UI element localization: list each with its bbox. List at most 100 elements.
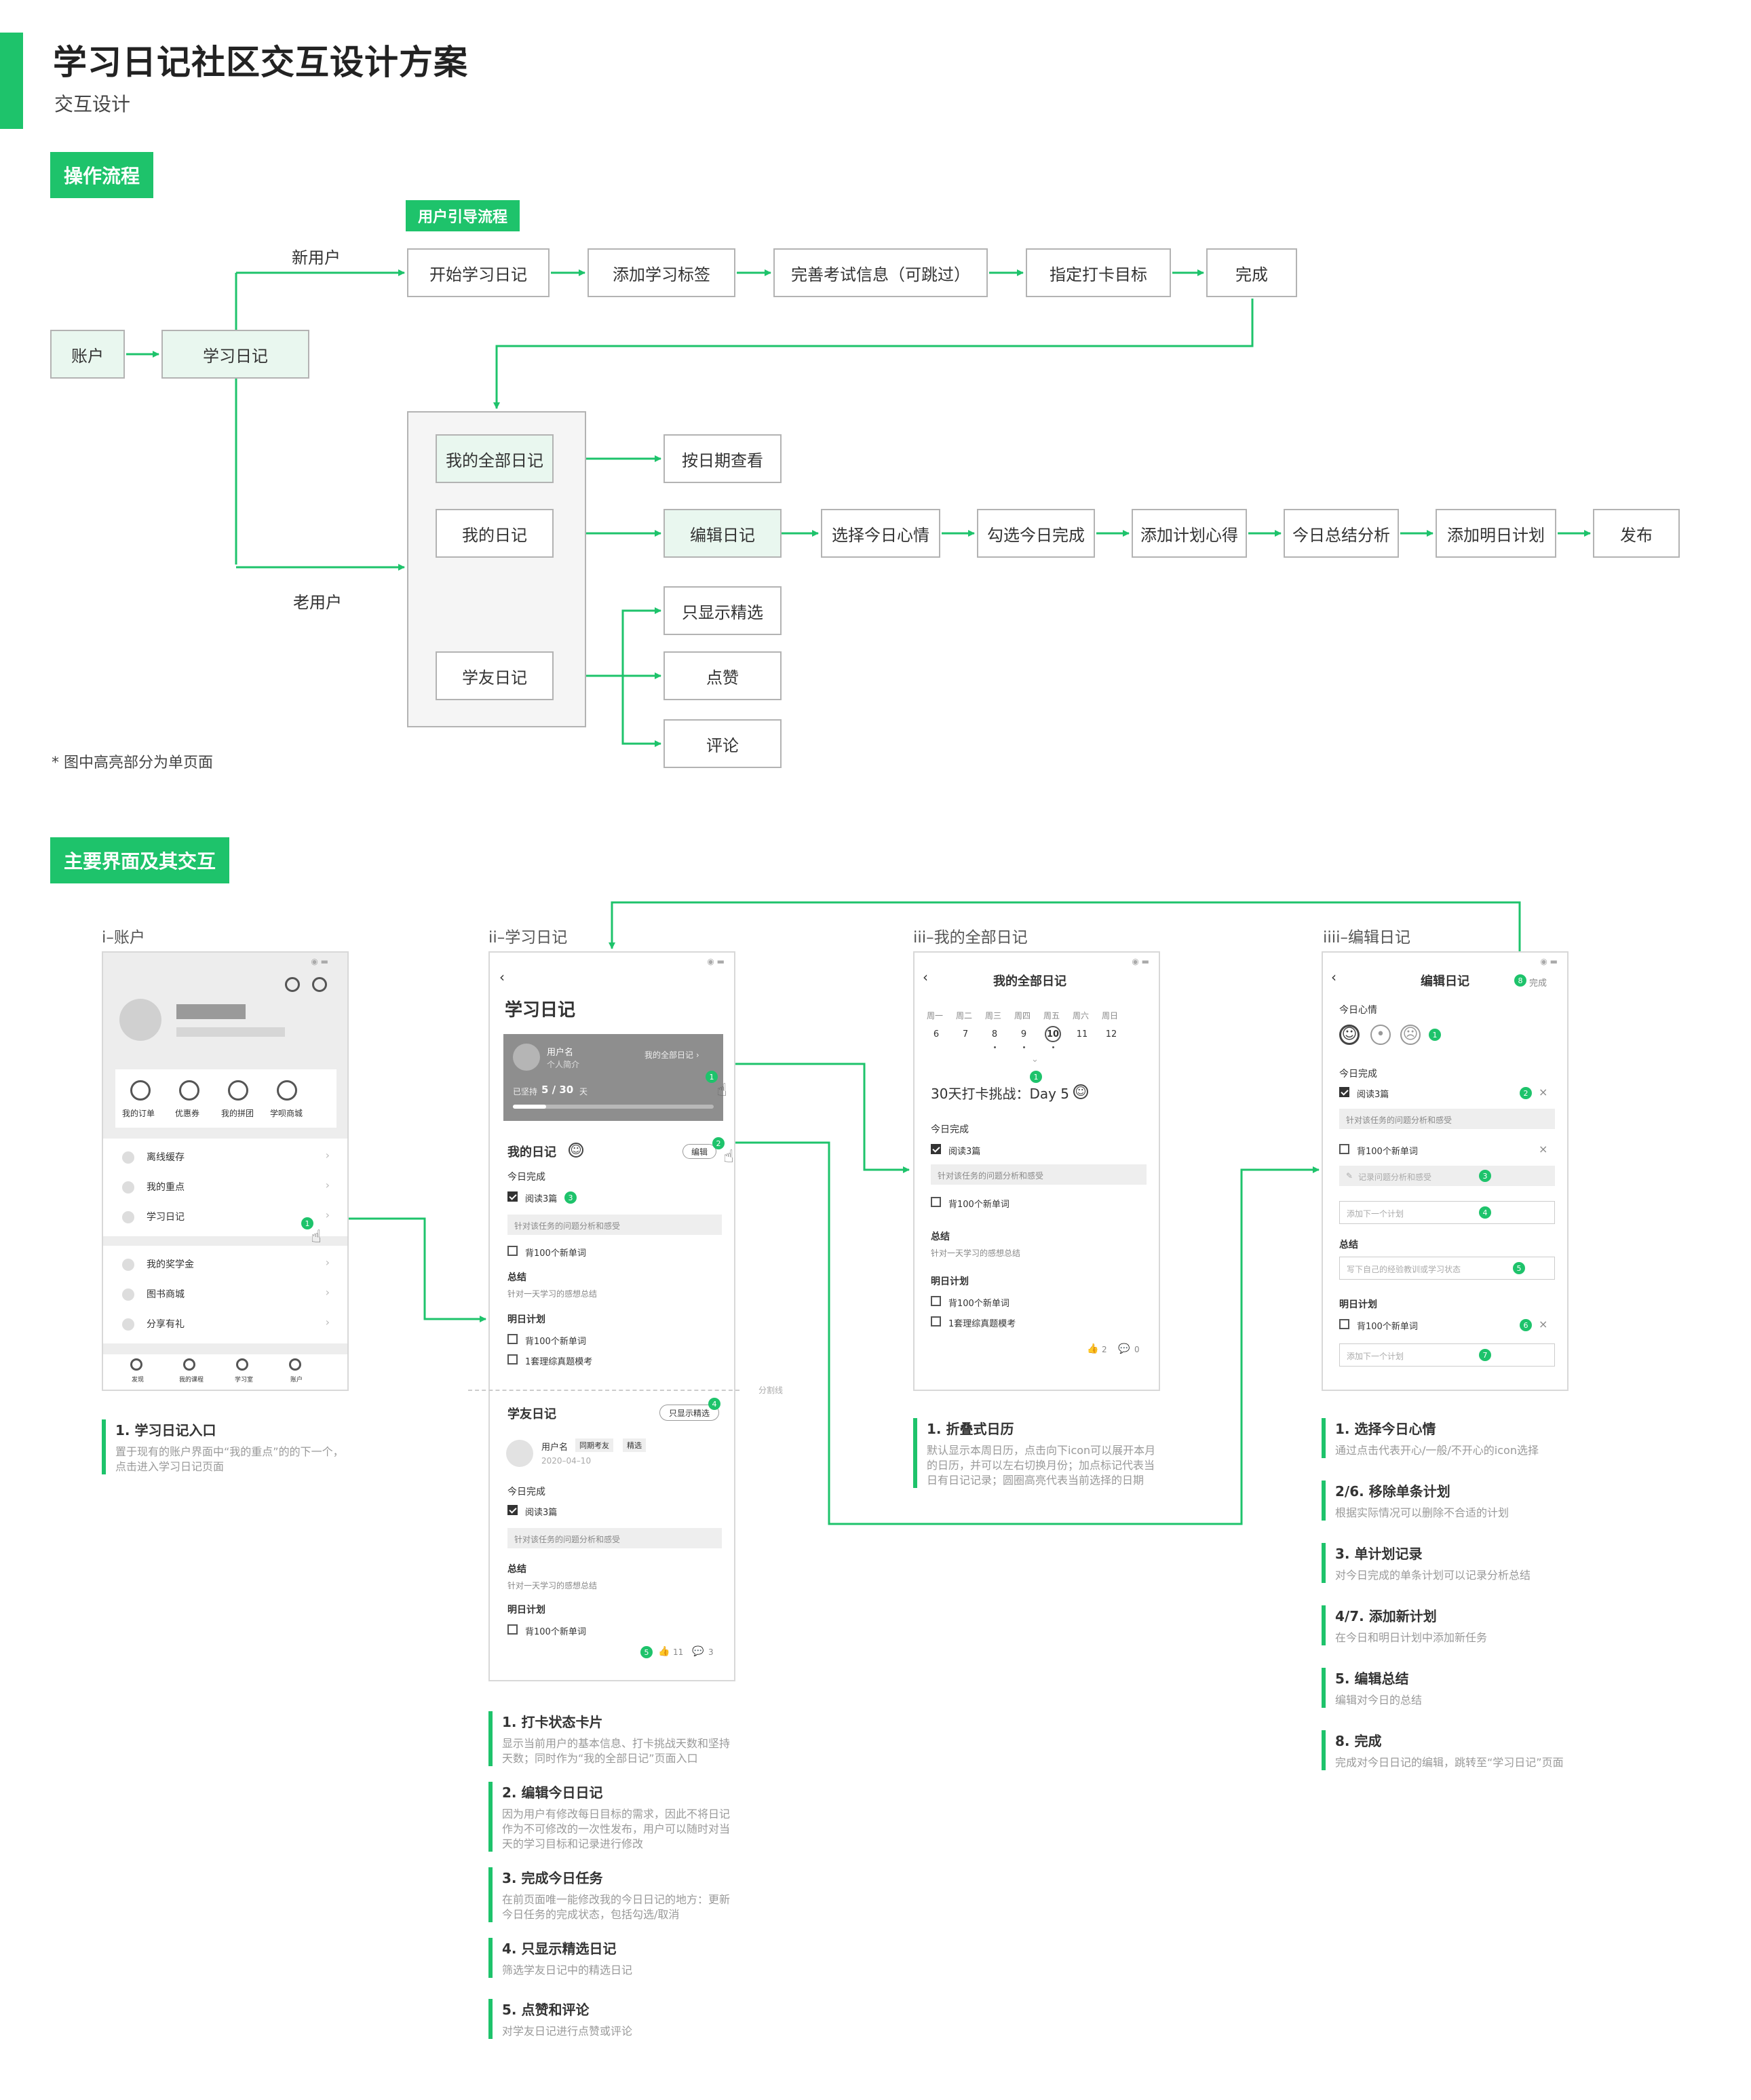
plan1-label: 背100个新单词 [1357,1322,1418,1332]
checkin-status-card[interactable]: 用户名 个人简介 我的全部日记 › 已坚持 5 / 30 天 [503,1034,723,1121]
description-block: 3. 单计划记录 对今日完成的单条计划可以记录分析总结 [1322,1543,1573,1583]
diary-page-title: 学习日记 [505,1000,576,1020]
screen-title-diary: ii–学习日记 [488,929,568,947]
task2-note-placeholder: 记录问题分析和感受 [1358,1172,1432,1182]
menu-item-highlights[interactable]: 我的重点 › [103,1172,347,1202]
tomorrow-label: 明日计划 [507,1314,545,1325]
menu-label: 离线缓存 [147,1152,185,1163]
node-publish: 发布 [1593,509,1680,558]
done-button[interactable]: 完成 [1529,976,1547,989]
progress-bar-track [513,1105,714,1109]
tab-courses-icon[interactable] [183,1358,195,1371]
description-block: 3. 完成今日任务 在前页面唯一能修改我的今日日记的地方：更新今日任务的完成状态，… [488,1867,739,1922]
calendar-date[interactable]: 8 [986,1026,1003,1042]
summary-text: 针对一天学习的感想总结 [931,1248,1021,1258]
add-tomorrow-plan-input[interactable]: 添加下一个计划 [1339,1343,1555,1367]
status-bar-icons: ◉ ▬ [311,957,328,966]
summary-text: 针对一天学习的感想总结 [507,1289,598,1299]
plan1-checkbox[interactable] [1339,1319,1349,1329]
friend-plan-label: 背100个新单词 [525,1627,586,1637]
coupon-icon[interactable] [179,1080,199,1101]
tab-discover-icon[interactable] [130,1358,142,1371]
back-icon[interactable]: ‹ [923,969,928,985]
neutral-face-icon[interactable]: • [1370,1025,1391,1045]
plan2-checkbox[interactable] [507,1354,518,1364]
coupon-label: 优惠券 [175,1109,200,1118]
calendar-date[interactable]: 12 [1103,1026,1119,1042]
edit-diary-button[interactable]: 编辑 [682,1144,716,1159]
node-by-date: 按日期查看 [663,434,782,483]
plan1-label: 背100个新单词 [948,1299,1009,1309]
group-buy-label: 我的拼团 [221,1109,254,1118]
friend-task-checkbox [507,1505,518,1515]
comment-icon[interactable]: 💬 [692,1646,704,1657]
menu-item-share-gift[interactable]: 分享有礼 › [103,1310,347,1339]
task2-note-input[interactable]: ✎ 记录问题分析和感受 [1339,1166,1555,1186]
like-count: 11 [673,1647,684,1657]
annotation-badge-2: 2 [1520,1087,1532,1099]
orders-icon[interactable] [130,1080,151,1101]
avatar[interactable] [119,999,161,1041]
status-bar-icons: ◉ ▬ [1132,957,1149,966]
menu-item-scholarship[interactable]: 我的奖学金 › [103,1250,347,1280]
message-icon[interactable] [285,977,300,992]
plan2-checkbox [931,1316,941,1326]
tab-study-room-label: 学习室 [235,1377,254,1383]
friend-date: 2020–04–10 [541,1456,592,1466]
calendar-date[interactable]: 7 [957,1026,974,1042]
annotation-badge-5: 5 [1513,1262,1525,1274]
expand-calendar-icon[interactable]: ⌄ [1031,1054,1039,1065]
description-block: 1. 学习日记入口 置于现有的账户界面中“我的重点”的的下一个，点击进入学习日记页… [102,1419,346,1474]
tab-account-label: 账户 [290,1377,303,1383]
menu-icon [122,1211,134,1223]
back-icon[interactable]: ‹ [499,969,505,985]
description-heading: 4/7. 添加新计划 [1335,1608,1437,1624]
comment-icon[interactable]: 💬 [1118,1343,1130,1354]
node-like: 点赞 [663,651,782,700]
remove-task1-icon[interactable]: × [1539,1086,1547,1099]
remove-plan1-icon[interactable]: × [1539,1318,1547,1331]
task1-checkbox[interactable] [1339,1087,1349,1097]
description-heading: 5. 编辑总结 [1335,1671,1409,1687]
happy-face-icon[interactable]: ☺ [1339,1025,1360,1045]
remove-task2-icon[interactable]: × [1539,1143,1547,1156]
friend-avatar[interactable] [506,1440,533,1467]
tab-study-room-icon[interactable] [236,1358,248,1371]
chevron-right-icon: › [325,1256,330,1269]
tab-account-icon[interactable] [289,1358,301,1371]
mall-icon[interactable] [277,1080,297,1101]
hand-pointer-icon: ☝ [311,1227,322,1247]
task2-label: 背100个新单词 [948,1200,1009,1210]
calendar-date[interactable]: 11 [1074,1026,1090,1042]
add-plan-input[interactable]: 添加下一个计划 [1339,1201,1555,1224]
plan2-label: 1套理综真题模考 [948,1319,1016,1329]
like-icon[interactable]: 👍 [1087,1343,1098,1354]
calendar-date[interactable]: 6 [928,1026,944,1042]
calendar-date[interactable]: 9 [1016,1026,1032,1042]
calendar-date[interactable]: 10 [1045,1026,1061,1042]
screen-title-edit-diary: iiii–编辑日记 [1323,929,1411,947]
plan1-checkbox [931,1296,941,1306]
comment-count: 0 [1134,1345,1140,1354]
plan1-checkbox[interactable] [507,1334,518,1344]
sad-face-icon[interactable]: ☹ [1400,1025,1421,1045]
task2-checkbox[interactable] [507,1246,518,1256]
task2-checkbox[interactable] [1339,1144,1349,1154]
label-new-user: 新用户 [292,248,341,267]
plan2-label: 1套理综真题模考 [525,1357,593,1367]
menu-item-offline-cache[interactable]: 离线缓存 › [103,1143,347,1172]
chevron-right-icon: › [325,1208,330,1221]
all-diary-link[interactable]: 我的全部日记 › [644,1049,699,1061]
annotation-badge-5: 5 [640,1646,653,1658]
calendar-weekday: 周五 [1043,1011,1060,1020]
group-buy-icon[interactable] [228,1080,248,1101]
menu-label: 分享有礼 [147,1319,185,1330]
back-icon[interactable]: ‹ [1331,969,1336,985]
settings-icon[interactable] [312,977,327,992]
menu-item-book-mall[interactable]: 图书商城 › [103,1280,347,1310]
node-select-mood: 选择今日心情 [821,509,940,558]
task1-checkbox[interactable] [507,1191,518,1202]
like-icon[interactable]: 👍 [658,1646,670,1657]
section-tag-screens: 主要界面及其交互 [50,837,230,883]
node-my-diary: 我的日记 [436,509,554,558]
